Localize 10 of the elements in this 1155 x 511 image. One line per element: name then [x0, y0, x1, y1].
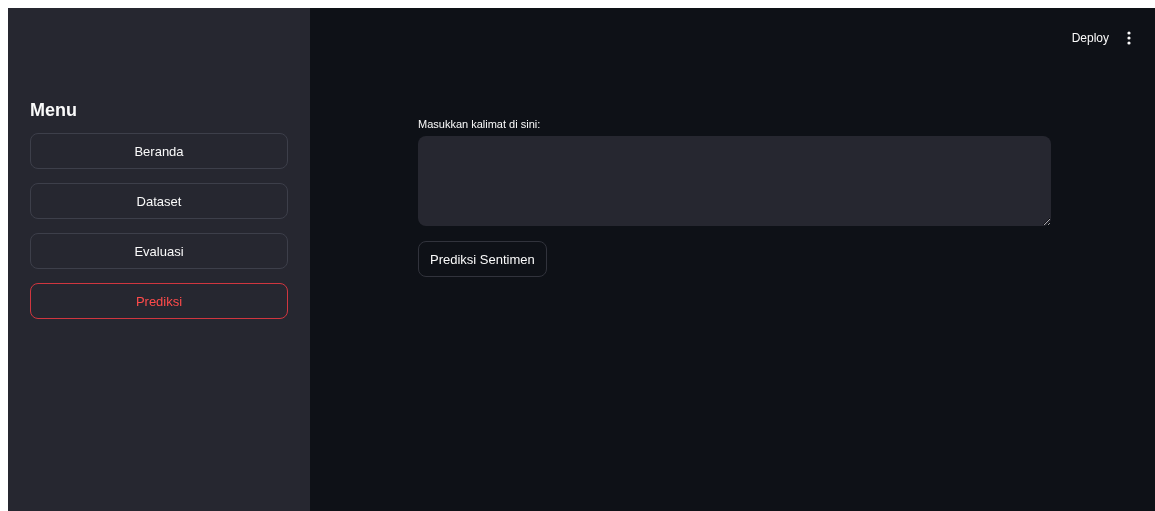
menu-button[interactable]: Evaluasi: [30, 233, 288, 269]
menu-button[interactable]: Beranda: [30, 133, 288, 169]
sentence-input-field[interactable]: [418, 136, 1051, 226]
menu-title: Menu: [30, 100, 78, 121]
menu-button[interactable]: Prediksi: [30, 283, 288, 319]
menu-button[interactable]: Dataset: [30, 183, 288, 219]
predict-button[interactable]: Prediksi Sentimen: [418, 241, 547, 277]
deploy-button[interactable]: Deploy: [1067, 27, 1113, 49]
field-label: Masukkan kalimat di sini:: [418, 118, 541, 130]
more-menu-icon[interactable]: [1127, 31, 1131, 45]
